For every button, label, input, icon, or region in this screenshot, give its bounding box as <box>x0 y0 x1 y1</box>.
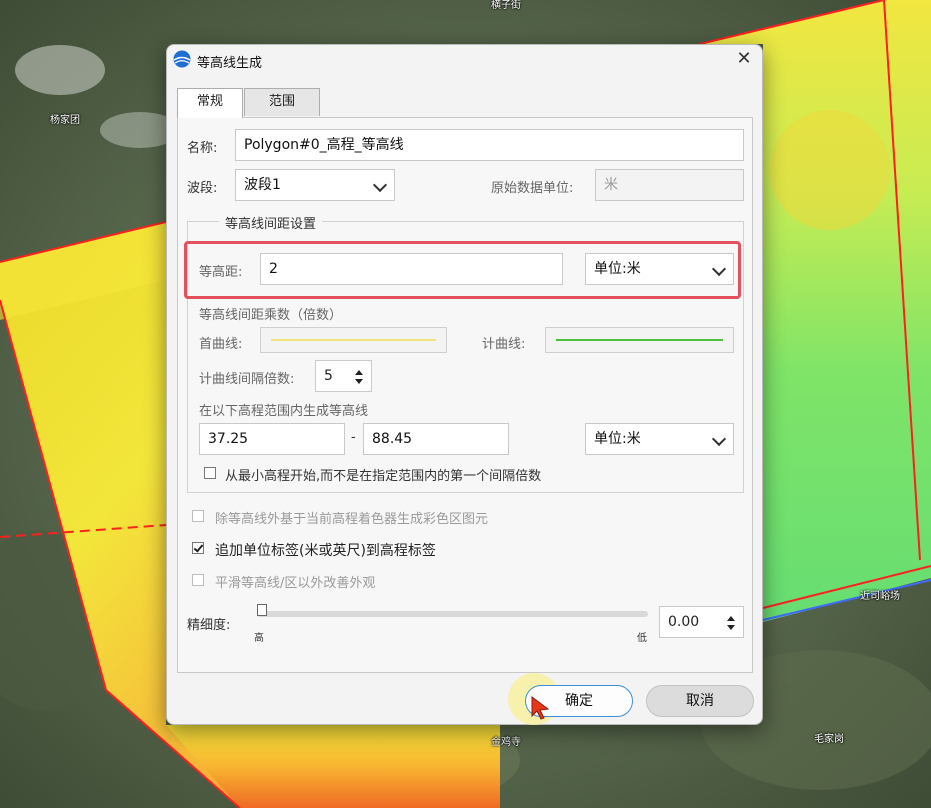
append-unit-label: 追加单位标签(米或英尺)到高程标签 <box>215 543 436 559</box>
first-line-style[interactable] <box>260 327 447 353</box>
stepper-down-icon[interactable] <box>727 625 735 630</box>
dialog-title: 等高线生成 <box>197 56 263 71</box>
color-zone-label: 除等高线外基于当前高程着色器生成彩色区图元 <box>215 512 489 527</box>
cancel-button[interactable]: 取消 <box>646 685 754 717</box>
precision-label: 精细度: <box>187 618 231 633</box>
map-label: 近司峪场 <box>860 591 900 602</box>
name-label: 名称: <box>187 141 218 156</box>
interval-input[interactable]: 2 <box>260 253 563 285</box>
stepper-up-icon[interactable] <box>727 616 735 621</box>
tab-range-label: 范围 <box>268 94 295 109</box>
color-zone-checkbox[interactable] <box>192 510 204 522</box>
append-unit-checkbox[interactable] <box>192 542 204 554</box>
index-multiple-value: 5 <box>324 368 333 384</box>
band-select-value: 波段1 <box>244 177 281 193</box>
first-line-swatch <box>271 339 436 341</box>
contour-generation-dialog: 等高线生成 ✕ 常规 范围 名称: Polygon#0_高程_等高线 波段: 波… <box>166 44 763 725</box>
name-input[interactable]: Polygon#0_高程_等高线 <box>235 129 744 161</box>
precision-slider-thumb[interactable] <box>257 604 267 616</box>
precision-stepper[interactable]: 0.00 <box>659 606 744 638</box>
stepper-down-icon[interactable] <box>355 379 363 384</box>
index-multiple-stepper[interactable]: 5 <box>315 360 372 392</box>
start-from-min-checkbox[interactable] <box>204 467 216 479</box>
precision-value: 0.00 <box>668 614 700 630</box>
chevron-down-icon <box>372 177 388 193</box>
smooth-contours-label: 平滑等高线/区以外改善外观 <box>215 576 376 591</box>
map-label: 横子街 <box>491 0 521 11</box>
mouse-pointer-icon <box>531 696 550 720</box>
chevron-down-icon <box>711 431 727 447</box>
index-line-label: 计曲线: <box>482 337 526 352</box>
stepper-up-icon[interactable] <box>355 370 363 375</box>
tab-general[interactable]: 常规 <box>177 88 243 118</box>
original-unit-field: 米 <box>595 169 744 201</box>
precision-slider[interactable] <box>257 611 648 617</box>
band-label: 波段: <box>187 181 218 196</box>
tab-range[interactable]: 范围 <box>244 88 320 116</box>
chevron-down-icon <box>711 261 727 277</box>
cancel-button-label: 取消 <box>686 693 714 709</box>
close-button[interactable]: ✕ <box>732 48 756 72</box>
map-label: 毛家岗 <box>814 734 844 745</box>
range-min-input[interactable]: 37.25 <box>199 423 345 455</box>
tab-general-label: 常规 <box>196 94 223 109</box>
range-label: 在以下高程范围内生成等高线 <box>199 404 369 419</box>
map-label: 金鸡寺 <box>491 737 521 748</box>
interval-unit-select[interactable]: 单位:米 <box>585 253 734 285</box>
ok-button-label: 确定 <box>565 693 593 709</box>
smooth-contours-checkbox[interactable] <box>192 574 204 586</box>
checkmark-icon <box>193 542 204 553</box>
range-max-input[interactable]: 88.45 <box>363 423 509 455</box>
index-multiple-label: 计曲线间隔倍数: <box>199 372 295 387</box>
app-logo-icon <box>173 50 191 68</box>
index-line-swatch <box>556 339 723 341</box>
band-select[interactable]: 波段1 <box>235 169 395 201</box>
multiplier-label: 等高线间距乘数（倍数） <box>199 308 343 323</box>
interval-settings-title: 等高线间距设置 <box>219 213 323 232</box>
interval-label: 等高距: <box>199 265 243 280</box>
precision-low-label: 低 <box>637 633 647 644</box>
range-unit-select[interactable]: 单位:米 <box>585 423 734 455</box>
range-separator: - <box>351 430 356 445</box>
start-from-min-label: 从最小高程开始,而不是在指定范围内的第一个间隔倍数 <box>225 469 542 484</box>
precision-high-label: 高 <box>254 633 264 644</box>
original-unit-label: 原始数据单位: <box>491 181 574 196</box>
interval-unit-value: 单位:米 <box>594 261 641 277</box>
dialog-titlebar[interactable]: 等高线生成 ✕ <box>167 45 762 75</box>
range-unit-value: 单位:米 <box>594 431 641 447</box>
index-line-style[interactable] <box>545 327 734 353</box>
first-line-label: 首曲线: <box>199 337 243 352</box>
map-label: 杨家团 <box>50 115 80 126</box>
close-icon: ✕ <box>736 48 752 69</box>
